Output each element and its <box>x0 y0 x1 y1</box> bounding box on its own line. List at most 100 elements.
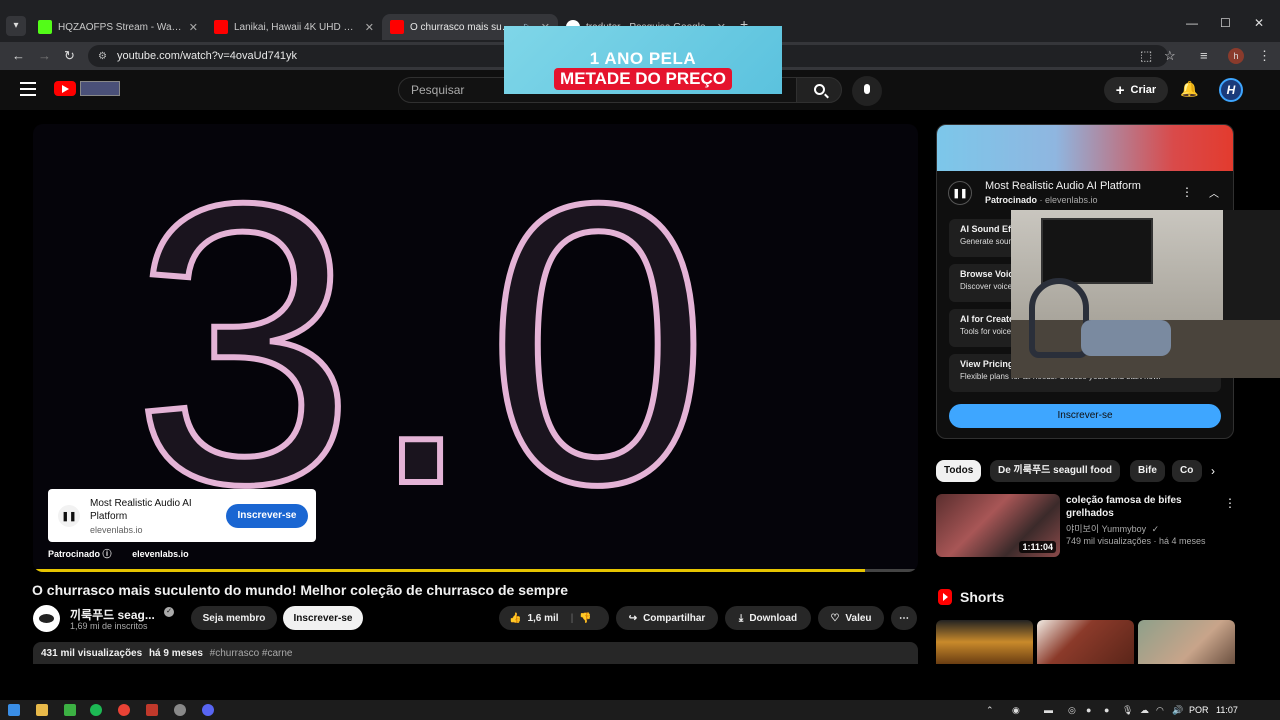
microphone-tray-icon[interactable]: 🎙 <box>1122 705 1133 716</box>
download-label: Download <box>749 612 798 624</box>
download-button[interactable]: ⤓ Download <box>725 606 811 630</box>
steam-icon[interactable]: ◎ <box>1068 705 1076 716</box>
back-icon[interactable]: ← <box>12 48 25 63</box>
wifi-icon[interactable]: ◠ <box>1156 705 1164 716</box>
recommendation-channel[interactable]: 야미보이 Yummyboy ✓ <box>1066 522 1159 535</box>
reload-icon[interactable]: ↻ <box>64 48 75 64</box>
hashtags[interactable]: #churrasco #carne <box>210 648 293 659</box>
video-player[interactable]: 3.0 ❚❚ Most Realistic Audio AI Platform … <box>33 124 918 572</box>
discord-icon[interactable] <box>202 704 214 716</box>
join-member-button[interactable]: Seja membro <box>191 606 277 630</box>
youtube-logo[interactable] <box>54 81 76 96</box>
tab-search-button[interactable]: ▾ <box>6 16 26 36</box>
share-button[interactable]: ↪ Compartilhar <box>616 606 718 630</box>
tab-lanikai[interactable]: Lanikai, Hawaii 4K UHD – Pristine ✕ <box>206 14 382 40</box>
voice-search-button[interactable] <box>852 76 882 106</box>
shorts-heading: Shorts <box>960 589 1005 605</box>
spotify-tray-icon[interactable]: ● <box>1086 705 1091 715</box>
windows-start-icon[interactable] <box>8 704 20 716</box>
video-title: O churrasco mais suculento do mundo! Mel… <box>32 582 569 598</box>
thumbs-down-icon[interactable]: 👎 <box>579 613 591 624</box>
minimize-icon[interactable]: — <box>1186 16 1198 30</box>
input-language[interactable]: POR <box>1189 705 1209 715</box>
browser-menu-icon[interactable]: ⋮ <box>1258 48 1271 64</box>
progress-bar[interactable] <box>33 569 918 572</box>
news-app-icon[interactable] <box>146 704 158 716</box>
description-box[interactable]: 431 mil visualizações há 9 meses #churra… <box>33 642 918 664</box>
short-thumbnail[interactable] <box>1138 620 1235 664</box>
search-icon <box>814 84 825 95</box>
create-button[interactable]: + Criar <box>1104 77 1168 103</box>
video-frame-countdown: 3.0 <box>130 124 720 567</box>
settings-gear-icon[interactable] <box>174 704 186 716</box>
progress-fill <box>33 569 865 572</box>
like-count[interactable]: 1,6 mil <box>527 613 558 624</box>
ad-overlay-card[interactable]: ❚❚ Most Realistic Audio AI Platform elev… <box>48 489 316 542</box>
thumbs-up-icon[interactable]: 👍 <box>509 613 521 624</box>
install-app-icon[interactable]: ⬚ <box>1140 48 1152 64</box>
bookmark-star-icon[interactable]: ☆ <box>1164 48 1176 64</box>
search-button[interactable] <box>796 77 842 103</box>
chip-from-channel[interactable]: De 끼룩푸드 seagull food <box>990 460 1121 482</box>
discord-tray-icon[interactable]: ● <box>1104 705 1109 715</box>
site-info-icon[interactable]: ⚙ <box>98 51 107 62</box>
chevron-up-icon[interactable]: ︿ <box>1209 185 1219 200</box>
subscribe-button[interactable]: Inscrever-se <box>283 606 363 630</box>
tray-expand-icon[interactable]: ⌃ <box>986 705 994 716</box>
chrome-icon[interactable] <box>118 704 130 716</box>
download-icon: ⤓ <box>738 612 744 624</box>
thanks-button[interactable]: ♡ Valeu <box>818 606 884 630</box>
short-thumbnail[interactable] <box>1037 620 1134 664</box>
sponsored-banner-image[interactable] <box>937 125 1233 171</box>
xbox-icon[interactable] <box>64 704 76 716</box>
account-avatar[interactable]: H <box>1219 78 1243 102</box>
profile-avatar[interactable]: h <box>1228 48 1244 64</box>
subscriber-count: 1,69 mi de inscritos <box>70 621 148 631</box>
more-options-icon[interactable]: ⋮ <box>1224 496 1236 510</box>
clock[interactable]: 11:07 <box>1216 705 1238 715</box>
pause-icon[interactable]: ❚❚ <box>58 505 80 527</box>
recommendation-channel-name: 야미보이 Yummyboy <box>1066 524 1147 534</box>
ad-footer-domain[interactable]: elevenlabs.io <box>132 549 189 559</box>
youtube-doodle-logo[interactable] <box>80 81 120 96</box>
verified-check-icon: ✓ <box>1151 524 1160 534</box>
forward-icon[interactable]: → <box>38 48 51 63</box>
more-actions-icon[interactable]: ⋯ <box>891 606 917 630</box>
verified-check-icon: ✓ <box>164 607 174 617</box>
like-dislike-group: 👍 1,6 mil | 👎 <box>499 606 609 630</box>
volume-icon[interactable]: 🔊 <box>1172 705 1183 716</box>
close-icon[interactable]: ✕ <box>365 21 374 34</box>
info-icon[interactable]: ⓘ <box>103 549 112 559</box>
notifications-bell-icon[interactable]: 🔔 <box>1180 80 1199 98</box>
more-options-icon[interactable]: ⋮ <box>1181 185 1193 199</box>
nvidia-icon[interactable]: ◉ <box>1012 705 1020 716</box>
sponsored-title[interactable]: Most Realistic Audio AI Platform <box>985 180 1141 192</box>
chip-bife[interactable]: Bife <box>1130 460 1165 482</box>
promo-banner[interactable]: 1 ANO PELA METADE DO PREÇO <box>504 26 782 94</box>
close-icon[interactable]: ✕ <box>189 21 198 34</box>
maximize-icon[interactable]: ☐ <box>1220 16 1231 30</box>
recommendation-thumbnail[interactable]: 1:11:04 <box>936 494 1060 557</box>
tab-hqzaofps[interactable]: HQZAOFPS Stream - Watch Live ✕ <box>30 14 206 40</box>
file-explorer-icon[interactable] <box>36 704 48 716</box>
microphone-icon <box>864 84 870 94</box>
chip-all[interactable]: Todos <box>936 460 982 482</box>
chevron-right-icon[interactable]: › <box>1211 464 1215 478</box>
window-close-icon[interactable]: ✕ <box>1254 16 1264 30</box>
tab-title: HQZAOFPS Stream - Watch Live <box>58 21 183 33</box>
spotify-icon[interactable] <box>90 704 102 716</box>
onedrive-icon[interactable]: ☁ <box>1140 705 1149 716</box>
ad-subscribe-button[interactable]: Inscrever-se <box>226 504 308 528</box>
recommendation-meta: 749 mil visualizações · há 4 meses <box>1066 536 1206 546</box>
hamburger-menu-icon[interactable] <box>20 82 36 100</box>
recommendation-title[interactable]: coleção famosa de bifes grelhados <box>1066 494 1206 520</box>
short-thumbnail[interactable] <box>936 620 1033 664</box>
ad-title: Most Realistic Audio AI Platform <box>90 498 192 522</box>
chip-more[interactable]: Co <box>1172 460 1202 482</box>
media-control-icon[interactable]: ≡ <box>1200 48 1208 63</box>
flag-icon[interactable]: ▬ <box>1044 705 1053 715</box>
channel-avatar[interactable] <box>33 605 60 632</box>
sponsored-domain[interactable]: elevenlabs.io <box>1045 195 1098 205</box>
pause-icon[interactable]: ❚❚ <box>948 181 972 205</box>
sponsored-subscribe-button[interactable]: Inscrever-se <box>949 404 1221 428</box>
